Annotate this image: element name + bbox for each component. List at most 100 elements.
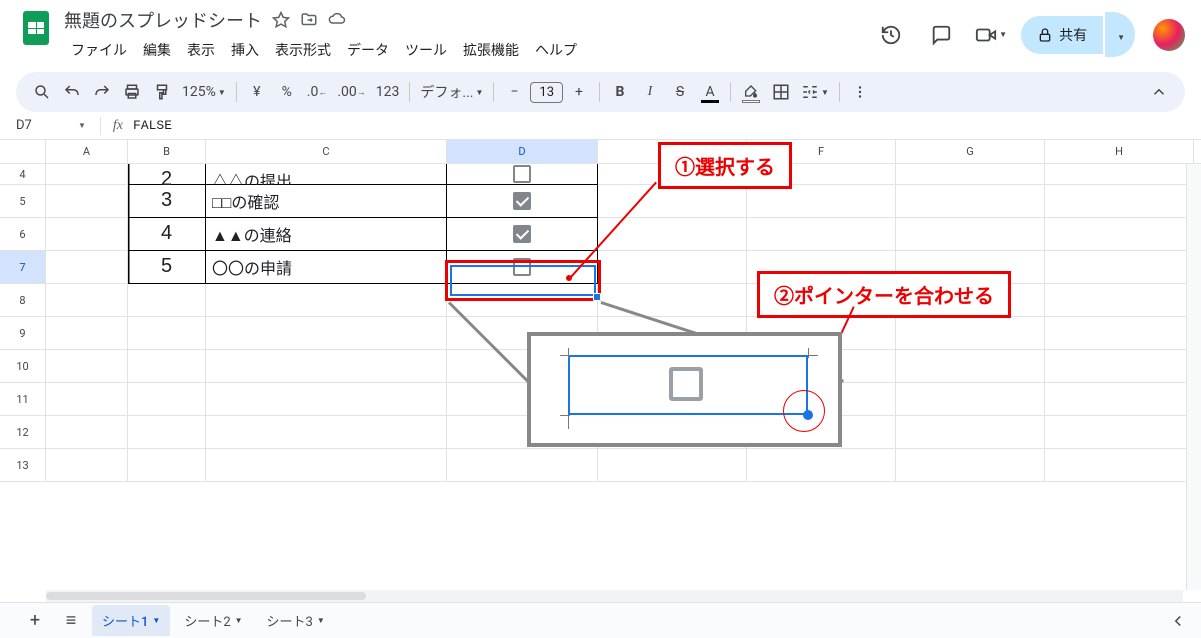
cell-E5[interactable] bbox=[598, 185, 747, 218]
col-header-G[interactable]: G bbox=[896, 140, 1045, 163]
collapse-toolbar-icon[interactable] bbox=[1145, 78, 1173, 106]
comments-icon[interactable] bbox=[921, 15, 961, 55]
print-icon[interactable] bbox=[118, 78, 146, 106]
horizontal-scrollbar[interactable] bbox=[46, 590, 1183, 602]
col-header-C[interactable]: C bbox=[206, 140, 447, 163]
col-header-A[interactable]: A bbox=[46, 140, 128, 163]
merge-cells-button[interactable]: ▼ bbox=[797, 78, 833, 106]
menu-data[interactable]: データ bbox=[340, 36, 396, 64]
cell-H12[interactable] bbox=[1045, 416, 1194, 449]
search-menus-icon[interactable] bbox=[28, 78, 56, 106]
cell-F13[interactable] bbox=[747, 449, 896, 482]
col-header-D[interactable]: D bbox=[447, 140, 598, 163]
cell-F5[interactable] bbox=[747, 185, 896, 218]
cell-A6[interactable] bbox=[46, 218, 128, 251]
cell-G6[interactable] bbox=[896, 218, 1045, 251]
zoom-dropdown[interactable]: 125%▼ bbox=[178, 78, 230, 106]
cell-C12[interactable] bbox=[206, 416, 447, 449]
format-percent[interactable]: % bbox=[273, 78, 301, 106]
undo-icon[interactable] bbox=[58, 78, 86, 106]
cell-H13[interactable] bbox=[1045, 449, 1194, 482]
row-header-4[interactable]: 4 bbox=[0, 164, 46, 185]
cell-B10[interactable] bbox=[128, 350, 206, 383]
col-header-B[interactable]: B bbox=[128, 140, 206, 163]
menu-edit[interactable]: 編集 bbox=[136, 36, 178, 64]
cell-G12[interactable] bbox=[896, 416, 1045, 449]
cell-D13[interactable] bbox=[447, 449, 598, 482]
cell-G4[interactable] bbox=[896, 164, 1045, 185]
font-size-input[interactable]: 13 bbox=[530, 82, 563, 103]
sheets-logo[interactable] bbox=[16, 8, 56, 48]
all-sheets-button[interactable]: ≡ bbox=[56, 606, 86, 636]
cell-G5[interactable] bbox=[896, 185, 1045, 218]
cell-C9[interactable] bbox=[206, 317, 447, 350]
cell-C7[interactable]: 〇〇の申請 bbox=[206, 251, 447, 284]
cell-E8[interactable] bbox=[598, 284, 747, 317]
cell-H9[interactable] bbox=[1045, 317, 1194, 350]
cell-B9[interactable] bbox=[128, 317, 206, 350]
strikethrough-button[interactable]: S bbox=[666, 78, 694, 106]
cell-B12[interactable] bbox=[128, 416, 206, 449]
share-button[interactable]: 共有 bbox=[1021, 16, 1103, 54]
italic-button[interactable]: I bbox=[636, 78, 664, 106]
paint-format-icon[interactable] bbox=[148, 78, 176, 106]
more-formats[interactable]: 123 bbox=[372, 78, 404, 106]
cell-A7[interactable] bbox=[46, 251, 128, 284]
cell-A5[interactable] bbox=[46, 185, 128, 218]
cell-A13[interactable] bbox=[46, 449, 128, 482]
font-size-decrease[interactable]: − bbox=[500, 78, 528, 106]
cell-G11[interactable] bbox=[896, 383, 1045, 416]
sheet-tab-2[interactable]: シート2▼ bbox=[174, 605, 252, 636]
cell-G9[interactable] bbox=[896, 317, 1045, 350]
font-size-increase[interactable]: + bbox=[565, 78, 593, 106]
cell-E13[interactable] bbox=[598, 449, 747, 482]
more-toolbar-icon[interactable] bbox=[846, 78, 874, 106]
cell-D4[interactable] bbox=[447, 164, 598, 185]
redo-icon[interactable] bbox=[88, 78, 116, 106]
row-header-13[interactable]: 13 bbox=[0, 449, 46, 482]
cell-C6[interactable]: ▲▲の連絡 bbox=[206, 218, 447, 251]
menu-tools[interactable]: ツール bbox=[398, 36, 454, 64]
cell-A8[interactable] bbox=[46, 284, 128, 317]
decrease-decimal[interactable]: .0← bbox=[303, 78, 332, 106]
cell-E7[interactable] bbox=[598, 251, 747, 284]
cell-B13[interactable] bbox=[128, 449, 206, 482]
cell-A4[interactable] bbox=[46, 164, 128, 185]
row-header-12[interactable]: 12 bbox=[0, 416, 46, 449]
row-header-11[interactable]: 11 bbox=[0, 383, 46, 416]
cell-C4[interactable]: △△の提出 bbox=[206, 164, 447, 185]
row-header-6[interactable]: 6 bbox=[0, 218, 46, 251]
cell-D8[interactable] bbox=[447, 284, 598, 317]
format-currency[interactable]: ¥ bbox=[243, 78, 271, 106]
cell-H10[interactable] bbox=[1045, 350, 1194, 383]
cell-B4[interactable]: 2 bbox=[128, 164, 206, 185]
cell-F6[interactable] bbox=[747, 218, 896, 251]
cloud-status-icon[interactable] bbox=[328, 11, 346, 29]
name-box-dropdown[interactable]: ▼ bbox=[70, 121, 94, 130]
cell-A11[interactable] bbox=[46, 383, 128, 416]
doc-title[interactable]: 無題のスプレッドシート bbox=[64, 7, 262, 33]
cell-D6[interactable] bbox=[447, 218, 598, 251]
history-icon[interactable] bbox=[871, 15, 911, 55]
cell-C8[interactable] bbox=[206, 284, 447, 317]
col-header-H[interactable]: H bbox=[1045, 140, 1194, 163]
font-family-dropdown[interactable]: デフォ...▼ bbox=[416, 78, 487, 106]
increase-decimal[interactable]: .00→ bbox=[333, 78, 369, 106]
row-header-10[interactable]: 10 bbox=[0, 350, 46, 383]
name-box[interactable]: D7 bbox=[10, 118, 70, 133]
text-color-button[interactable]: A bbox=[696, 78, 724, 106]
menu-extensions[interactable]: 拡張機能 bbox=[456, 36, 526, 64]
select-all-corner[interactable] bbox=[0, 140, 46, 163]
menu-format[interactable]: 表示形式 bbox=[268, 36, 338, 64]
cell-A10[interactable] bbox=[46, 350, 128, 383]
bold-button[interactable]: B bbox=[606, 78, 634, 106]
cell-H5[interactable] bbox=[1045, 185, 1194, 218]
cell-B11[interactable] bbox=[128, 383, 206, 416]
sheet-tab-1[interactable]: シート1▼ bbox=[92, 605, 170, 636]
fill-color-button[interactable] bbox=[737, 78, 765, 106]
row-header-8[interactable]: 8 bbox=[0, 284, 46, 317]
cell-G10[interactable] bbox=[896, 350, 1045, 383]
account-avatar[interactable] bbox=[1153, 19, 1185, 51]
menu-file[interactable]: ファイル bbox=[64, 36, 134, 64]
row-header-5[interactable]: 5 bbox=[0, 185, 46, 218]
